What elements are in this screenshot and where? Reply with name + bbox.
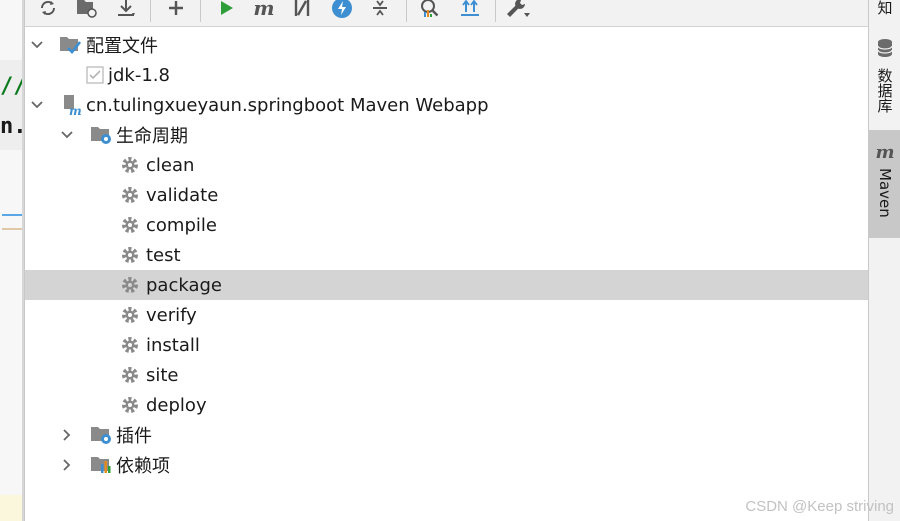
- add-project-icon[interactable]: [163, 0, 189, 22]
- tool-tab-partial[interactable]: 知: [869, 0, 900, 26]
- profiles-folder-icon: [59, 34, 81, 56]
- plugins-folder-gear-icon: [90, 424, 112, 446]
- gear-icon: [119, 304, 141, 326]
- toggle-skip-tests-icon[interactable]: [289, 0, 315, 22]
- lifecycle-phase-verify[interactable]: verify: [25, 300, 868, 330]
- tree-node-label: 依赖项: [116, 456, 170, 477]
- gear-icon: [119, 274, 141, 296]
- tree-node-label: 插件: [116, 426, 152, 447]
- phase-label: package: [146, 274, 222, 296]
- tree-node-label: jdk-1.8: [108, 64, 170, 86]
- tool-tab-label: 数据库: [875, 68, 894, 113]
- toolbar-separator: [406, 0, 407, 22]
- tree-node-profiles[interactable]: 配置文件: [25, 30, 868, 60]
- tree-node-dependencies[interactable]: 依赖项: [25, 450, 868, 480]
- tool-tab-label: 知: [875, 0, 894, 15]
- chevron-right-icon[interactable]: [60, 458, 74, 472]
- settings-wrench-icon[interactable]: [505, 0, 531, 22]
- gear-icon: [119, 364, 141, 386]
- tree-node-label: 配置文件: [86, 36, 158, 57]
- checkbox-checked-icon[interactable]: [84, 64, 106, 86]
- toolbar-separator: [200, 0, 201, 22]
- offline-mode-icon[interactable]: [329, 0, 355, 22]
- gear-icon: [119, 154, 141, 176]
- lifecycle-phase-install[interactable]: install: [25, 330, 868, 360]
- phase-label: compile: [146, 214, 217, 236]
- tree-node-project[interactable]: m cn.tulingxueyaun.springboot Maven Weba…: [25, 90, 868, 120]
- editor-marker: [2, 214, 22, 216]
- tree-node-lifecycle[interactable]: 生命周期: [25, 120, 868, 150]
- tool-tab-label: Maven: [876, 168, 894, 218]
- generate-sources-icon[interactable]: [73, 0, 99, 22]
- gear-icon: [119, 184, 141, 206]
- collapse-all-icon[interactable]: [367, 0, 393, 22]
- chevron-right-icon[interactable]: [60, 428, 74, 442]
- expand-all-icon[interactable]: [457, 0, 483, 22]
- editor-marker: [2, 228, 22, 230]
- tree-node-plugins[interactable]: 插件: [25, 420, 868, 450]
- toolbar-separator: [150, 0, 151, 22]
- toolbar-separator: [495, 0, 496, 22]
- right-tool-strip: 知 数据库 m Maven: [868, 0, 900, 521]
- chevron-down-icon[interactable]: [60, 128, 74, 142]
- lifecycle-phase-validate[interactable]: validate: [25, 180, 868, 210]
- chevron-down-icon[interactable]: [30, 38, 44, 52]
- database-icon: [876, 38, 894, 62]
- phase-label: install: [146, 334, 200, 356]
- tree-node-label: cn.tulingxueyaun.springboot Maven Webapp: [86, 94, 489, 116]
- run-icon[interactable]: [213, 0, 239, 22]
- tool-tab-maven[interactable]: m Maven: [869, 130, 900, 238]
- watermark: CSDN @Keep striving: [745, 498, 894, 515]
- editor-strip: // n.: [0, 0, 25, 521]
- maven-module-icon: m: [60, 94, 82, 116]
- phase-label: deploy: [146, 394, 207, 416]
- chevron-down-icon[interactable]: [30, 98, 44, 112]
- reimport-all-icon[interactable]: [35, 0, 61, 22]
- maven-m-icon: m: [875, 142, 895, 163]
- download-sources-icon[interactable]: [113, 0, 139, 22]
- lifecycle-phase-site[interactable]: site: [25, 360, 868, 390]
- gear-icon: [119, 394, 141, 416]
- gear-icon: [119, 244, 141, 266]
- phase-label: validate: [146, 184, 219, 206]
- gear-icon: [119, 214, 141, 236]
- lifecycle-phase-test[interactable]: test: [25, 240, 868, 270]
- lifecycle-folder-gear-icon: [90, 124, 112, 146]
- phase-label: clean: [146, 154, 195, 176]
- editor-gutter: [22, 0, 24, 521]
- lifecycle-phase-clean[interactable]: clean: [25, 150, 868, 180]
- tree-node-jdk-profile[interactable]: jdk-1.8: [25, 60, 868, 90]
- lifecycle-phase-deploy[interactable]: deploy: [25, 390, 868, 420]
- lifecycle-phase-package[interactable]: package: [25, 270, 868, 300]
- editor-marker: [0, 495, 22, 521]
- dependencies-folder-icon: [90, 454, 112, 476]
- phase-label: verify: [146, 304, 197, 326]
- phase-label: site: [146, 364, 179, 386]
- maven-project-tree: 配置文件 jdk-1.8 m cn.tulingxueyaun.springbo…: [25, 29, 868, 521]
- tree-node-label: 生命周期: [116, 126, 188, 147]
- gear-icon: [119, 334, 141, 356]
- execute-goal-icon[interactable]: m: [251, 0, 277, 22]
- phase-label: test: [146, 244, 181, 266]
- show-dependencies-icon[interactable]: [417, 0, 443, 22]
- tool-tab-database[interactable]: 数据库: [869, 38, 900, 124]
- lifecycle-phase-compile[interactable]: compile: [25, 210, 868, 240]
- maven-toolbar: m: [25, 0, 868, 27]
- svg-text:m: m: [69, 104, 82, 116]
